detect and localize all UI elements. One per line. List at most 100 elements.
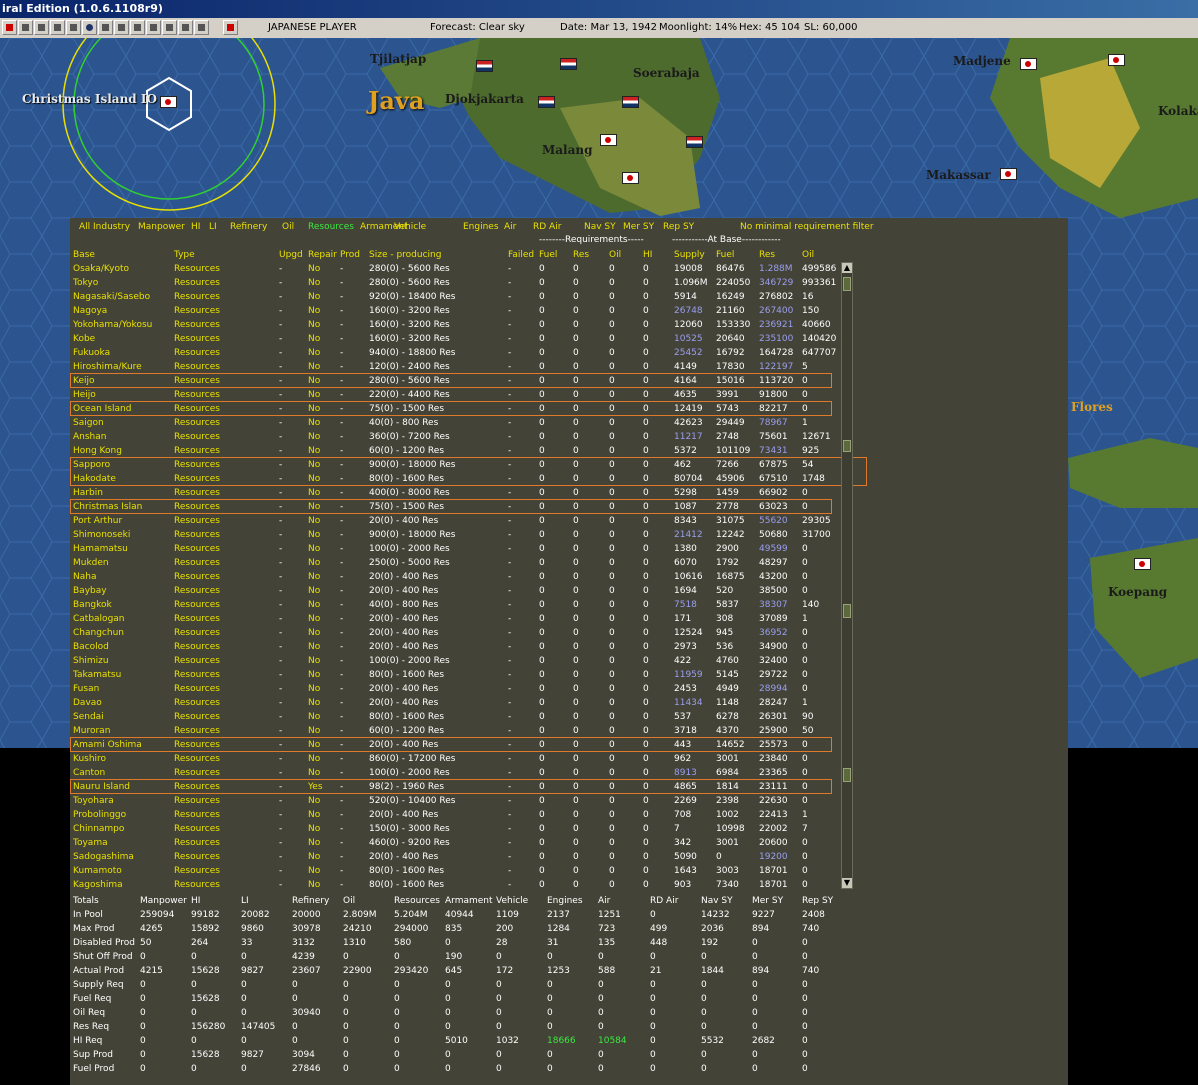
- scroll-down-icon[interactable]: ▼: [842, 878, 852, 888]
- table-row[interactable]: Baybay Resources - No - 20(0) - 400 Res - 0 0 0 0 1…: [70, 584, 850, 598]
- column-header-2[interactable]: Upgd: [279, 249, 303, 262]
- cell-base[interactable]: Hakodate: [73, 472, 116, 486]
- table-row[interactable]: Changchun Resources - No - 20(0) - 400 Res - 0 0…: [70, 626, 850, 640]
- japanese-flag-icon[interactable]: [1020, 58, 1037, 70]
- column-header-10[interactable]: HI: [643, 249, 652, 262]
- list-icon[interactable]: [66, 20, 81, 35]
- column-header-14[interactable]: Oil: [802, 249, 814, 262]
- japanese-flag-icon[interactable]: [1108, 54, 1125, 66]
- table-row[interactable]: Toyama Resources - No - 460(0) - 9200 Res - 0 0 0…: [70, 836, 850, 850]
- cell-base[interactable]: Ocean Island: [73, 402, 131, 416]
- table-row[interactable]: Sapporo Resources - No - 900(0) - 18000 Res - 0…: [70, 458, 850, 472]
- dutch-flag-icon[interactable]: [686, 136, 703, 148]
- cell-base[interactable]: Osaka/Kyoto: [73, 262, 129, 276]
- dutch-flag-icon[interactable]: [560, 58, 577, 70]
- table-row[interactable]: Hiroshima/Kure Resources - No - 120(0) - 2400…: [70, 360, 850, 374]
- table-row[interactable]: Naha Resources - No - 20(0) - 400 Res - 0 0 0 0 106…: [70, 570, 850, 584]
- cell-base[interactable]: Nagasaki/Sasebo: [73, 290, 150, 304]
- table-row[interactable]: Shimonoseki Resources - No - 900(0) - 18000 R…: [70, 528, 850, 542]
- filter-vehicle[interactable]: Vehicle: [394, 221, 426, 234]
- filter-nav-sy[interactable]: Nav SY: [584, 221, 616, 234]
- table-row[interactable]: Port Arthur Resources - No - 20(0) - 400 Res -…: [70, 514, 850, 528]
- table-row[interactable]: Harbin Resources - No - 400(0) - 8000 Res - 0 0 0…: [70, 486, 850, 500]
- end-turn-icon[interactable]: [223, 20, 238, 35]
- table-row[interactable]: Heijo Resources - No - 220(0) - 4400 Res - 0 0 0 0…: [70, 388, 850, 402]
- cell-base[interactable]: Kumamoto: [73, 864, 122, 878]
- table-row[interactable]: Toyohara Resources - No - 520(0) - 10400 Res -…: [70, 794, 850, 808]
- cell-base[interactable]: Heijo: [73, 388, 96, 402]
- table-row[interactable]: Takamatsu Resources - No - 80(0) - 1600 Res - 0…: [70, 668, 850, 682]
- target-icon[interactable]: [98, 20, 113, 35]
- table-row[interactable]: Hakodate Resources - No - 80(0) - 1600 Res - 0 0…: [70, 472, 850, 486]
- cell-base[interactable]: Port Arthur: [73, 514, 122, 528]
- table-row[interactable]: Fusan Resources - No - 20(0) - 400 Res - 0 0 0 0 24…: [70, 682, 850, 696]
- column-header-3[interactable]: Repair: [308, 249, 337, 262]
- filter-resources[interactable]: Resources: [308, 221, 354, 234]
- japanese-flag-icon[interactable]: [1000, 168, 1017, 180]
- filter-engines[interactable]: Engines: [463, 221, 499, 234]
- cell-base[interactable]: Toyohara: [73, 794, 114, 808]
- filter-hi[interactable]: HI: [191, 221, 200, 234]
- table-row[interactable]: Muroran Resources - No - 60(0) - 1200 Res - 0 0 0…: [70, 724, 850, 738]
- filter-refinery[interactable]: Refinery: [230, 221, 267, 234]
- table-row[interactable]: Sadogashima Resources - No - 20(0) - 400 Res -…: [70, 850, 850, 864]
- cell-base[interactable]: Kagoshima: [73, 878, 123, 892]
- dutch-flag-icon[interactable]: [538, 96, 555, 108]
- table-row[interactable]: Shimizu Resources - No - 100(0) - 2000 Res - 0 0…: [70, 654, 850, 668]
- cell-base[interactable]: Amami Oshima: [73, 738, 142, 752]
- cell-base[interactable]: Sapporo: [73, 458, 110, 472]
- column-header-12[interactable]: Fuel: [716, 249, 734, 262]
- table-row[interactable]: Probolinggo Resources - No - 20(0) - 400 Res -…: [70, 808, 850, 822]
- filter-air[interactable]: Air: [504, 221, 516, 234]
- no-min-filter[interactable]: No minimal requirement filter: [740, 221, 874, 234]
- cell-base[interactable]: Shimizu: [73, 654, 109, 668]
- options-icon[interactable]: [162, 20, 177, 35]
- cell-base[interactable]: Takamatsu: [73, 668, 121, 682]
- column-header-9[interactable]: Oil: [609, 249, 621, 262]
- table-row[interactable]: Amami Oshima Resources - No - 20(0) - 400 Res…: [70, 738, 850, 752]
- filter-manpower[interactable]: Manpower: [138, 221, 185, 234]
- table-row[interactable]: Bangkok Resources - No - 40(0) - 800 Res - 0 0 0 0…: [70, 598, 850, 612]
- table-row[interactable]: Kushiro Resources - No - 860(0) - 17200 Res - 0…: [70, 752, 850, 766]
- cell-base[interactable]: Hamamatsu: [73, 542, 128, 556]
- table-row[interactable]: Nauru Island Resources - Yes - 98(2) - 1960 R…: [70, 780, 850, 794]
- dutch-flag-icon[interactable]: [476, 60, 493, 72]
- save-icon[interactable]: [178, 20, 193, 35]
- table-row[interactable]: Kumamoto Resources - No - 80(0) - 1600 Res - 0 0…: [70, 864, 850, 878]
- cell-base[interactable]: Hong Kong: [73, 444, 122, 458]
- filter-rep-sy[interactable]: Rep SY: [663, 221, 694, 234]
- cell-base[interactable]: Harbin: [73, 486, 103, 500]
- table-row[interactable]: Kobe Resources - No - 160(0) - 3200 Res - 0 0 0 0 1…: [70, 332, 850, 346]
- cell-base[interactable]: Toyama: [73, 836, 108, 850]
- cell-base[interactable]: Kobe: [73, 332, 95, 346]
- table-row[interactable]: Hamamatsu Resources - No - 100(0) - 2000 Res -…: [70, 542, 850, 556]
- cell-base[interactable]: Canton: [73, 766, 105, 780]
- scroll-thumb[interactable]: [843, 277, 851, 291]
- column-header-7[interactable]: Fuel: [539, 249, 557, 262]
- japanese-flag-icon[interactable]: [600, 134, 617, 146]
- column-header-0[interactable]: Base: [73, 249, 95, 262]
- filter-li[interactable]: LI: [209, 221, 217, 234]
- table-row[interactable]: Hong Kong Resources - No - 60(0) - 1200 Res - 0…: [70, 444, 850, 458]
- filter-all-industry[interactable]: All Industry: [79, 221, 130, 234]
- cell-base[interactable]: Bacolod: [73, 640, 109, 654]
- table-row[interactable]: Yokohama/Yokosu Resources - No - 160(0) - 320…: [70, 318, 850, 332]
- cell-base[interactable]: Keijo: [73, 374, 95, 388]
- table-row[interactable]: Osaka/Kyoto Resources - No - 280(0) - 5600 Re…: [70, 262, 850, 276]
- globe-icon[interactable]: [82, 20, 97, 35]
- filter-mer-sy[interactable]: Mer SY: [623, 221, 654, 234]
- cell-base[interactable]: Mukden: [73, 556, 109, 570]
- filter-rd-air[interactable]: RD Air: [533, 221, 561, 234]
- column-header-13[interactable]: Res: [759, 249, 775, 262]
- column-header-1[interactable]: Type: [174, 249, 195, 262]
- cell-base[interactable]: Fukuoka: [73, 346, 110, 360]
- cell-base[interactable]: Nauru Island: [73, 780, 130, 794]
- cell-base[interactable]: Sendai: [73, 710, 104, 724]
- table-row[interactable]: Canton Resources - No - 100(0) - 2000 Res - 0 0 0…: [70, 766, 850, 780]
- table-row[interactable]: Ocean Island Resources - No - 75(0) - 1500 Re…: [70, 402, 850, 416]
- table-scrollbar[interactable]: ▲ ▼: [841, 262, 853, 889]
- base-icon[interactable]: [50, 20, 65, 35]
- cell-base[interactable]: Chinnampo: [73, 822, 124, 836]
- land-unit-icon[interactable]: [34, 20, 49, 35]
- column-header-5[interactable]: Size - producing: [369, 249, 441, 262]
